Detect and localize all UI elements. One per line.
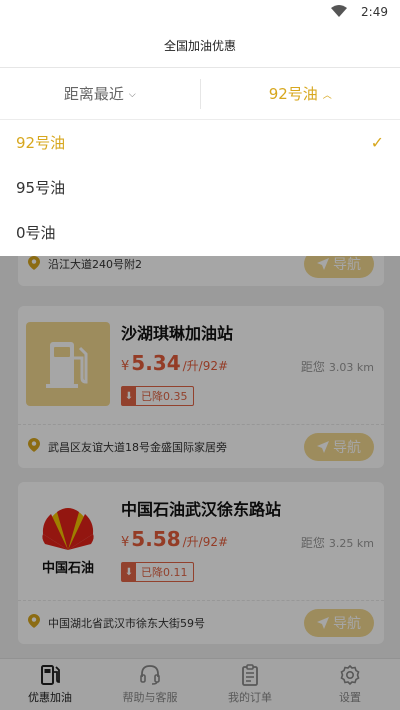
gear-icon (340, 664, 360, 686)
tab-label: 优惠加油 (28, 691, 72, 704)
navigate-arrow-icon (317, 617, 329, 629)
distance-label: 距您 (300, 360, 325, 374)
fuel-filter-label: 92号油 (268, 85, 318, 103)
discount-badge: ⬇ 已降0.35 (121, 386, 194, 406)
price-row: ¥ 5.34 /升/92# (121, 351, 228, 375)
navigate-label: 导航 (333, 440, 361, 456)
price-unit: /升/92# (182, 359, 229, 373)
status-time: 2:49 (361, 5, 388, 19)
logo-text: 中国石油 (41, 561, 94, 576)
fuel-option-label: 92号油 (16, 134, 66, 152)
distance-label: 距您 (300, 536, 325, 550)
station-card[interactable]: 中国石油 中国石油武汉徐东路站 ¥ 5.58 /升/92# 距您 3.25 km … (18, 482, 384, 644)
station-name: 中国石油武汉徐东路站 (121, 500, 282, 519)
navigate-button[interactable]: 导航 (304, 609, 374, 637)
price-value: 5.34 (131, 351, 181, 375)
chevron-up-icon: ︿ (322, 91, 332, 101)
currency-symbol: ¥ (121, 359, 130, 374)
price-value: 5.58 (131, 527, 181, 551)
arrow-down-icon: ⬇ (122, 563, 136, 581)
page-title: 全国加油优惠 (163, 39, 236, 53)
fuel-pump-logo-icon (26, 322, 110, 406)
station-address-row: 武昌区友谊大道18号金盛国际家居旁 导航 (18, 424, 384, 468)
navigate-button[interactable]: 导航 (304, 256, 374, 278)
tab-label: 设置 (339, 691, 361, 704)
petrochina-logo: 中国石油 (26, 498, 110, 582)
tab-settings[interactable]: 设置 (300, 659, 400, 710)
tab-help-support[interactable]: 帮助与客服 (100, 659, 200, 710)
filter-bar: 距离最近 ⌵ 92号油 ︿ (0, 68, 400, 120)
petrochina-emblem-icon (42, 508, 94, 550)
navigate-arrow-icon (317, 258, 329, 270)
distance-value: 3.25 km (328, 537, 374, 550)
price-unit: /升/92# (182, 535, 229, 549)
station-address: 沿江大道240号附2 (48, 258, 142, 271)
distance-info: 距您 3.25 km (301, 534, 374, 551)
station-address-row: 中国湖北省武汉市徐东大街59号 导航 (18, 600, 384, 644)
navigate-label: 导航 (333, 257, 361, 273)
station-list: 沿江大道240号附2 导航 沙湖琪琳加油站 ¥ 5.34 /升/92# 距您 3… (0, 256, 400, 658)
fuel-option-label: 95号油 (16, 179, 66, 197)
clipboard-icon (242, 664, 258, 686)
tab-label: 帮助与客服 (122, 691, 178, 704)
station-card[interactable]: 沿江大道240号附2 导航 (18, 256, 384, 286)
bottom-tab-bar: 优惠加油 帮助与客服 我的订单 设置 (0, 658, 400, 710)
fuel-option-92[interactable]: 92号油 ✓ (0, 120, 400, 165)
fuel-pump-icon (41, 665, 60, 685)
chevron-down-icon: ⌵ (128, 89, 136, 100)
station-info: 中国石油 中国石油武汉徐东路站 ¥ 5.58 /升/92# 距您 3.25 km … (18, 482, 384, 600)
station-address: 武昌区友谊大道18号金盛国际家居旁 (48, 440, 227, 454)
station-name: 沙湖琪琳加油站 (121, 324, 234, 343)
location-pin-icon (28, 438, 40, 455)
status-bar: 2:49 (0, 0, 400, 24)
currency-symbol: ¥ (121, 535, 130, 550)
station-card[interactable]: 沙湖琪琳加油站 ¥ 5.34 /升/92# 距您 3.03 km ⬇ 已降0.35… (18, 306, 384, 468)
discount-text: 已降0.35 (141, 390, 188, 403)
tab-my-orders[interactable]: 我的订单 (200, 659, 300, 710)
checkmark-icon: ✓ (370, 133, 384, 152)
station-info: 沙湖琪琳加油站 ¥ 5.34 /升/92# 距您 3.03 km ⬇ 已降0.35 (18, 306, 384, 424)
discount-badge: ⬇ 已降0.11 (121, 562, 194, 582)
fuel-type-dropdown: 92号油 ✓ 95号油 0号油 (0, 120, 400, 256)
tab-label: 我的订单 (228, 691, 272, 704)
fuel-option-95[interactable]: 95号油 (0, 165, 400, 210)
price-row: ¥ 5.58 /升/92# (121, 527, 228, 551)
arrow-down-icon: ⬇ (122, 387, 136, 405)
tab-fuel-deals[interactable]: 优惠加油 (0, 659, 100, 710)
discount-text: 已降0.11 (141, 566, 188, 579)
distance-info: 距您 3.03 km (301, 358, 374, 375)
location-pin-icon (28, 614, 40, 631)
wifi-icon (331, 4, 348, 20)
navigate-button[interactable]: 导航 (304, 433, 374, 461)
fuel-option-0[interactable]: 0号油 (0, 210, 400, 255)
station-address-row: 沿江大道240号附2 导航 (18, 256, 384, 286)
distance-value: 3.03 km (328, 361, 374, 374)
app-header: 全国加油优惠 (0, 24, 400, 68)
navigate-label: 导航 (333, 616, 361, 632)
sort-filter-label: 距离最近 (63, 85, 124, 103)
navigate-arrow-icon (317, 441, 329, 453)
headset-icon (140, 665, 160, 685)
fuel-filter-tab[interactable]: 92号油 ︿ (201, 79, 400, 109)
sort-filter-tab[interactable]: 距离最近 ⌵ (0, 79, 200, 109)
location-pin-icon (28, 256, 40, 273)
fuel-option-label: 0号油 (16, 224, 56, 242)
station-address: 中国湖北省武汉市徐东大街59号 (48, 616, 205, 630)
